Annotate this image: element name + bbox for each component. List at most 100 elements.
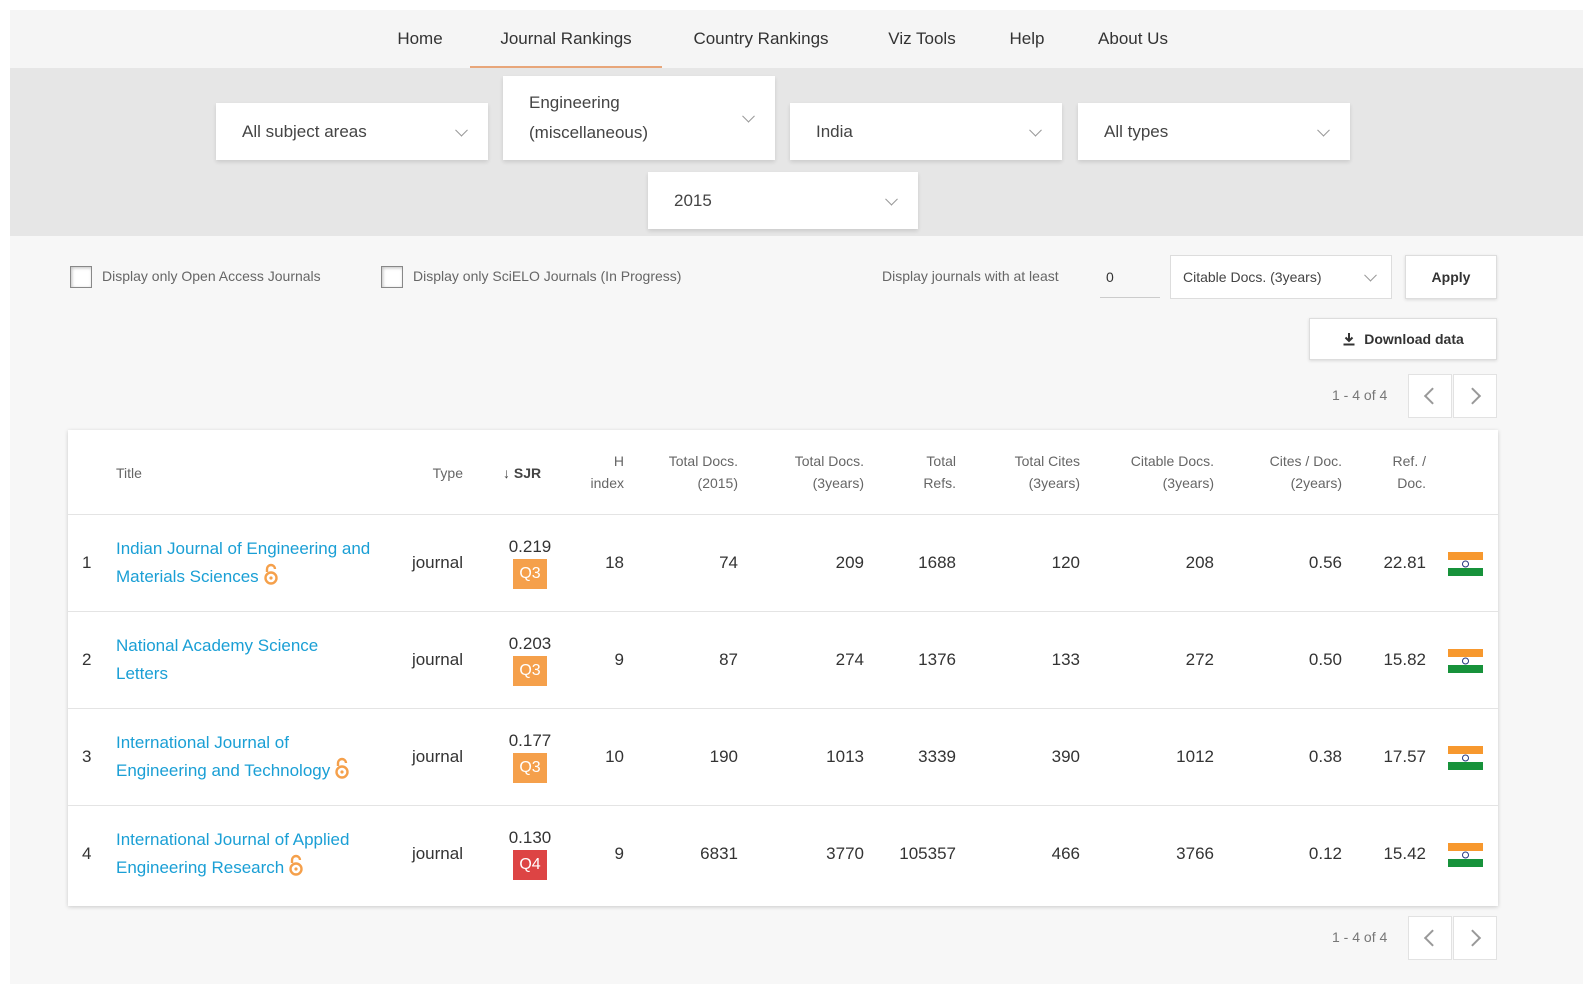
subject-category-value: Engineering (miscellaneous) [529, 93, 649, 142]
journal-title-link[interactable]: International Journal of Applied Enginee… [116, 826, 378, 882]
row-cites-per-doc: 0.56 [1308, 553, 1342, 572]
row-sjr: 0.219 Q3 [500, 537, 560, 589]
subject-category-dropdown[interactable]: Engineering (miscellaneous) [503, 76, 775, 160]
header-title[interactable]: Title [116, 462, 142, 484]
row-h-index: 10 [605, 747, 624, 766]
journal-title-text: International Journal of Engineering and… [116, 733, 331, 780]
chevron-down-icon [742, 109, 755, 123]
region-dropdown[interactable]: India [790, 103, 1062, 160]
header-total-cites[interactable]: Total Cites (3years) [980, 450, 1080, 494]
journal-title-link[interactable]: Indian Journal of Engineering and Materi… [116, 535, 391, 591]
header-total-refs-line1: Total [926, 453, 956, 469]
nav-country-rankings[interactable]: Country Rankings [680, 10, 842, 68]
header-ref-per-doc[interactable]: Ref. / Doc. [1368, 450, 1426, 494]
nav-home[interactable]: Home [390, 10, 450, 68]
row-total-refs: 1376 [918, 650, 956, 669]
chevron-right-icon [1464, 929, 1482, 947]
journal-title-text: International Journal of Applied Enginee… [116, 830, 350, 877]
next-page-button-bottom[interactable] [1453, 916, 1497, 960]
india-flag-icon[interactable] [1448, 746, 1483, 770]
row-total-cites: 120 [1051, 553, 1080, 572]
sjr-value: 0.203 [508, 634, 552, 653]
india-flag-icon[interactable] [1448, 552, 1483, 576]
row-total-refs: 105357 [899, 844, 956, 863]
journal-title-link[interactable]: National Academy Science Letters [116, 632, 356, 688]
header-citable-docs[interactable]: Citable Docs. (3years) [1098, 450, 1214, 494]
journal-rankings-table: Title Type ↓ SJR Hindex Total Docs. (2015… [68, 430, 1498, 906]
prev-page-button-bottom[interactable] [1408, 916, 1452, 960]
sjr-value: 0.219 [508, 537, 552, 556]
next-page-button-top[interactable] [1453, 374, 1497, 418]
type-value: All types [1104, 121, 1169, 141]
min-metric-select[interactable]: Citable Docs. (3years) [1170, 255, 1392, 299]
open-access-icon [289, 854, 303, 876]
row-total-cites: 466 [1051, 844, 1080, 863]
scielo-checkbox[interactable] [381, 266, 403, 288]
min-docs-label: Display journals with at least [882, 268, 1059, 284]
header-total-cites-line1: Total Cites [1014, 453, 1080, 469]
header-total-docs-3y[interactable]: Total Docs. (3years) [764, 450, 864, 494]
scielo-label: Display only SciELO Journals (In Progres… [413, 268, 682, 284]
row-sjr: 0.177 Q3 [500, 731, 560, 783]
download-data-button[interactable]: Download data [1309, 318, 1497, 360]
download-icon [1343, 333, 1355, 346]
header-ref-per-doc-line2: Doc. [1397, 475, 1426, 491]
row-type: journal [411, 844, 463, 863]
header-sjr[interactable]: ↓ SJR [503, 462, 541, 484]
header-cites-per-doc[interactable]: Cites / Doc. (2years) [1238, 450, 1342, 494]
nav-help[interactable]: Help [1000, 10, 1054, 68]
header-total-refs-line2: Refs. [923, 475, 956, 491]
row-h-index: 9 [614, 844, 624, 863]
header-h-index[interactable]: Hindex [568, 450, 624, 494]
quartile-badge: Q4 [513, 850, 547, 880]
chevron-down-icon [455, 123, 468, 137]
row-cites-per-doc: 0.38 [1308, 747, 1342, 766]
table-row: 4 International Journal of Applied Engin… [68, 805, 1498, 902]
header-cites-per-doc-line2: (2years) [1290, 475, 1342, 491]
header-total-docs[interactable]: Total Docs. (2015) [638, 450, 738, 494]
row-ref-per-doc: 15.82 [1383, 650, 1426, 669]
subject-area-dropdown[interactable]: All subject areas [216, 103, 488, 160]
page: Home Journal Rankings Country Rankings V… [10, 10, 1583, 984]
year-value: 2015 [674, 190, 712, 210]
prev-page-button-top[interactable] [1408, 374, 1452, 418]
india-flag-icon[interactable] [1448, 843, 1483, 867]
header-type[interactable]: Type [413, 462, 463, 484]
top-nav: Home Journal Rankings Country Rankings V… [10, 10, 1583, 68]
row-sjr: 0.130 Q4 [500, 828, 560, 880]
header-sjr-label: SJR [513, 465, 542, 481]
row-total-docs: 190 [709, 747, 738, 766]
header-citable-docs-line2: (3years) [1162, 475, 1214, 491]
year-dropdown[interactable]: 2015 [648, 172, 918, 229]
header-ref-per-doc-line1: Ref. / [1392, 453, 1426, 469]
min-metric-value: Citable Docs. (3years) [1183, 269, 1322, 285]
row-cites-per-doc: 0.12 [1308, 844, 1342, 863]
quartile-badge: Q3 [513, 559, 547, 589]
row-citable-docs: 272 [1185, 650, 1214, 669]
open-access-icon [335, 757, 349, 779]
row-citable-docs: 208 [1185, 553, 1214, 572]
apply-button[interactable]: Apply [1405, 255, 1497, 299]
header-cites-per-doc-line1: Cites / Doc. [1269, 453, 1342, 469]
row-rank: 1 [82, 553, 92, 572]
row-rank: 2 [82, 650, 92, 669]
sjr-value: 0.177 [508, 731, 552, 750]
filter-band: All subject areas Engineering (miscellan… [10, 68, 1583, 236]
row-ref-per-doc: 15.42 [1383, 844, 1426, 863]
nav-about-us[interactable]: About Us [1086, 10, 1180, 68]
row-total-refs: 3339 [918, 747, 956, 766]
india-flag-icon[interactable] [1448, 649, 1483, 673]
chevron-left-icon [1423, 387, 1441, 405]
chevron-right-icon [1464, 387, 1482, 405]
row-sjr: 0.203 Q3 [500, 634, 560, 686]
nav-journal-rankings[interactable]: Journal Rankings [470, 10, 662, 68]
nav-viz-tools[interactable]: Viz Tools [878, 10, 966, 68]
min-docs-input[interactable] [1100, 256, 1160, 298]
open-access-checkbox[interactable] [70, 266, 92, 288]
header-total-docs-3y-line1: Total Docs. [794, 453, 864, 469]
journal-title-link[interactable]: International Journal of Engineering and… [116, 729, 376, 785]
quartile-badge: Q3 [513, 656, 547, 686]
header-total-refs[interactable]: Total Refs. [876, 450, 956, 494]
table-row: 3 International Journal of Engineering a… [68, 708, 1498, 805]
type-dropdown[interactable]: All types [1078, 103, 1350, 160]
